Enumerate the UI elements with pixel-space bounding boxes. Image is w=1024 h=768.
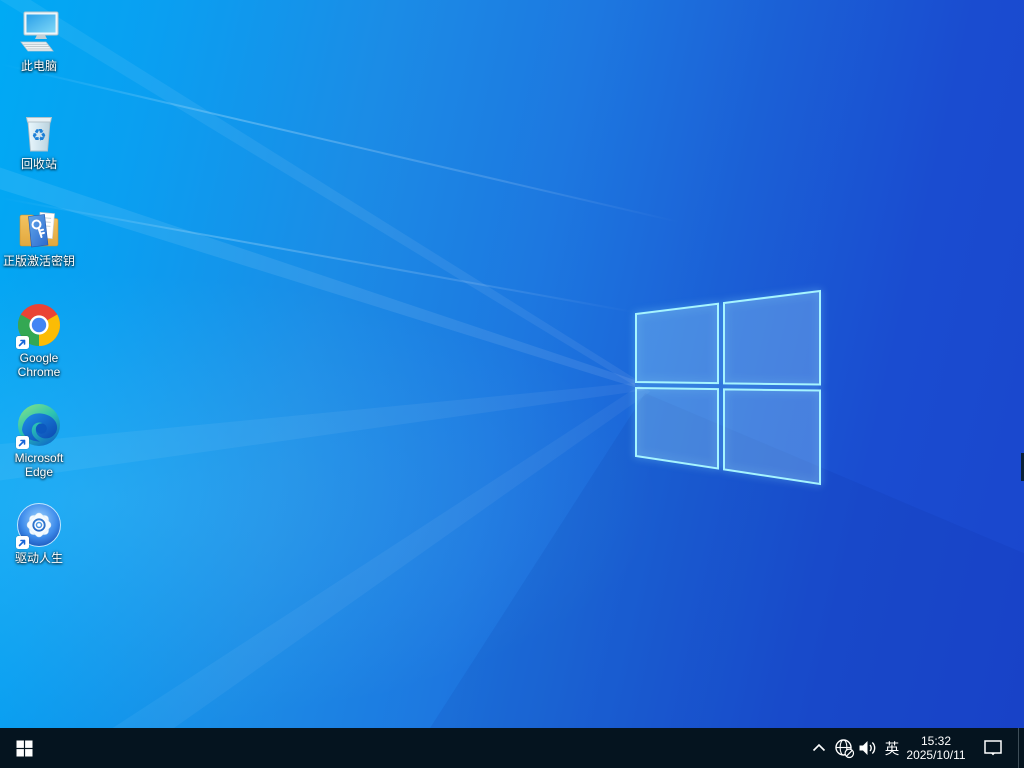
ime-language-indicator[interactable]: 英: [880, 728, 904, 768]
icon-label: 此电脑: [20, 59, 57, 73]
windows-start-icon: [16, 740, 32, 756]
volume-button[interactable]: [856, 728, 880, 768]
taskbar: 英 15:32 2025/10/11: [0, 728, 1024, 768]
icon-label: 回收站: [20, 157, 57, 171]
icon-label: Google Chrome: [17, 351, 61, 379]
desktop-icon-recycle-bin[interactable]: ♻ 回收站: [1, 106, 77, 171]
show-desktop-button[interactable]: [1019, 728, 1024, 768]
network-globe-offline-icon: [835, 739, 855, 759]
activation-key-folder-icon: [19, 212, 59, 248]
show-hidden-icons-button[interactable]: [806, 728, 832, 768]
system-tray: 英 15:32 2025/10/11: [806, 728, 1024, 768]
volume-icon: [859, 741, 876, 755]
windows-logo-wallpaper: [635, 289, 821, 486]
desktop[interactable]: 此电脑 ♻ 回收站 正版激活密钥 Google Chrome Microsoft…: [0, 0, 1024, 728]
action-center-button[interactable]: [968, 728, 1018, 768]
desktop-icon-driver-life[interactable]: 驱动人生: [1, 500, 77, 565]
recycle-bin-icon: ♻: [25, 117, 53, 152]
clock[interactable]: 15:32 2025/10/11: [904, 728, 968, 768]
start-button[interactable]: [0, 728, 48, 768]
svg-text:♻: ♻: [31, 126, 46, 146]
icon-label: 驱动人生: [14, 551, 63, 565]
clock-date: 2025/10/11: [906, 748, 966, 762]
chevron-up-icon: [812, 743, 826, 752]
network-status-button[interactable]: [832, 728, 856, 768]
shortcut-arrow-icon: [16, 536, 29, 549]
desktop-icon-google-chrome[interactable]: Google Chrome: [1, 300, 77, 379]
shortcut-arrow-icon: [16, 336, 29, 349]
action-center-icon: [984, 740, 1002, 756]
this-pc-icon: [20, 11, 59, 52]
screen: 此电脑 ♻ 回收站 正版激活密钥 Google Chrome Microsoft…: [0, 0, 1024, 768]
desktop-icon-this-pc[interactable]: 此电脑: [1, 8, 77, 73]
desktop-icon-activation-key[interactable]: 正版激活密钥: [1, 203, 77, 268]
icon-label: 正版激活密钥: [2, 254, 75, 268]
shortcut-arrow-icon: [16, 436, 29, 449]
icon-label: Microsoft Edge: [14, 451, 64, 479]
desktop-icon-microsoft-edge[interactable]: Microsoft Edge: [1, 400, 77, 479]
clock-time: 15:32: [920, 733, 952, 748]
